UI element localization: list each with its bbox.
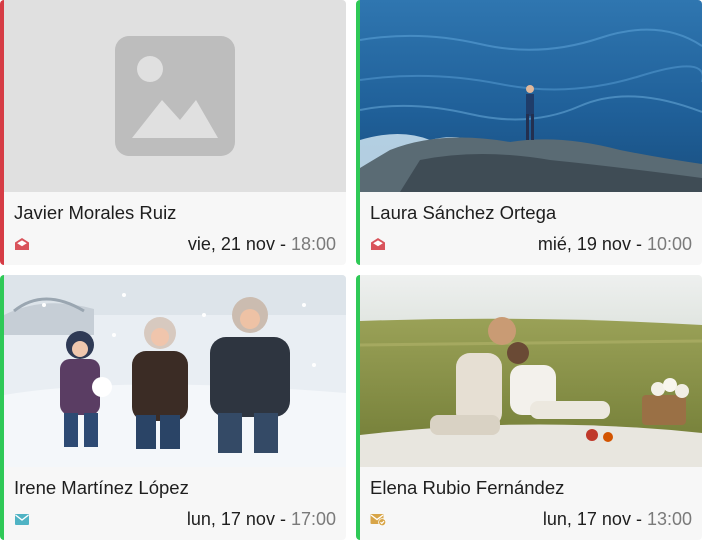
appointment-card[interactable]: Irene Martínez López lun, 17 nov - 17:00 (0, 275, 346, 540)
appointment-card[interactable]: Javier Morales Ruiz vie, 21 nov - 18:00 (0, 0, 346, 265)
appointment-datetime: lun, 17 nov - 17:00 (187, 509, 336, 530)
datetime-separator: - (274, 508, 291, 529)
appointment-card[interactable]: Elena Rubio Fernández lun, 17 nov - 13:0… (356, 275, 702, 540)
datetime-separator: - (630, 233, 647, 254)
card-meta: lun, 17 nov - 17:00 (14, 507, 336, 531)
appointment-time: 17:00 (290, 508, 336, 529)
card-thumbnail (360, 275, 702, 467)
appointment-date: vie, 21 nov (187, 233, 275, 254)
photo-couple-picnic-field (360, 275, 702, 467)
appointment-date: lun, 17 nov (186, 508, 275, 529)
photo-family-in-snow (4, 275, 346, 467)
appointment-card[interactable]: Laura Sánchez Ortega mié, 19 nov - 10:00 (356, 0, 702, 265)
envelope-icon (14, 512, 30, 526)
person-name: Irene Martínez López (14, 477, 189, 498)
appointment-time: 18:00 (290, 233, 336, 254)
person-name: Laura Sánchez Ortega (370, 202, 557, 223)
placeholder-image-icon (4, 0, 346, 192)
datetime-separator: - (630, 508, 647, 529)
appointment-datetime: lun, 17 nov - 13:00 (543, 509, 692, 530)
appointment-date: lun, 17 nov (542, 508, 631, 529)
envelope-open-icon (370, 237, 386, 251)
card-thumbnail (4, 275, 346, 467)
appointment-time: 10:00 (646, 233, 692, 254)
person-name: Elena Rubio Fernández (370, 477, 565, 498)
appointment-time: 13:00 (646, 508, 692, 529)
appointments-grid: Javier Morales Ruiz vie, 21 nov - 18:00 (0, 0, 702, 540)
card-thumbnail (360, 0, 702, 192)
appointment-datetime: vie, 21 nov - 18:00 (188, 234, 336, 255)
envelope-open-icon (14, 237, 30, 251)
envelope-check-icon (370, 512, 386, 526)
card-thumbnail (4, 0, 346, 192)
card-meta: vie, 21 nov - 18:00 (14, 232, 336, 256)
person-name: Javier Morales Ruiz (14, 202, 177, 223)
card-meta: mié, 19 nov - 10:00 (370, 232, 692, 256)
appointment-datetime: mié, 19 nov - 10:00 (538, 234, 692, 255)
datetime-separator: - (274, 233, 291, 254)
card-meta: lun, 17 nov - 13:00 (370, 507, 692, 531)
appointment-date: mié, 19 nov (537, 233, 631, 254)
photo-person-on-coastal-rocks (360, 0, 702, 192)
